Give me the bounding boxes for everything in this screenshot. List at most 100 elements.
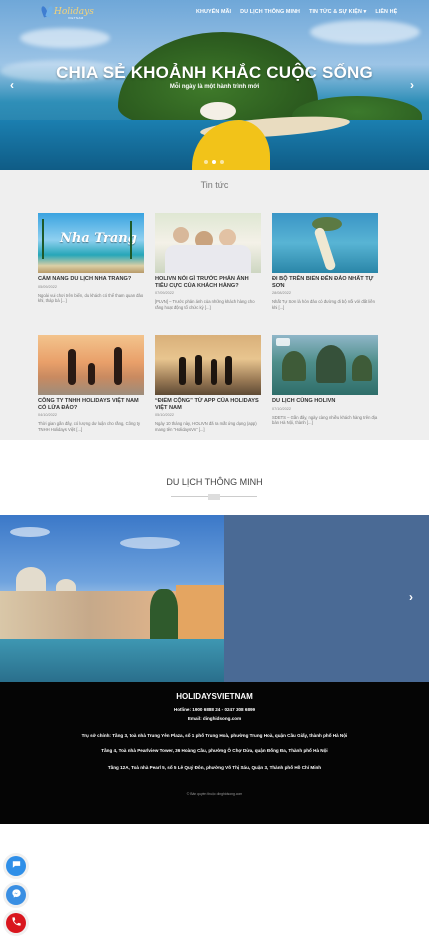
nav-item-smart-travel[interactable]: DU LỊCH THÔNG MINH bbox=[240, 9, 300, 15]
person-silhouette bbox=[211, 359, 217, 385]
top-navigation-bar: Holidays VIETNAM KHUYẾN MÃI DU LỊCH THÔN… bbox=[0, 0, 429, 26]
news-card-image[interactable] bbox=[155, 335, 261, 395]
hero-title: CHIA SẺ KHOẢNH KHẮC CUỘC SỐNG bbox=[56, 63, 373, 82]
site-logo[interactable]: Holidays VIETNAM bbox=[42, 4, 94, 20]
news-card[interactable]: Nha Trang CẨM NANG DU LỊCH NHA TRANG? 05… bbox=[38, 213, 144, 304]
karst-island-shape bbox=[316, 345, 346, 383]
news-card-date: 07/09/2022 bbox=[155, 291, 175, 296]
person-silhouette bbox=[68, 349, 76, 385]
palm-tree-icon bbox=[130, 221, 138, 259]
chat-bubble-icon bbox=[11, 857, 22, 875]
slider-dot[interactable] bbox=[204, 160, 208, 164]
cloud-decoration bbox=[20, 28, 110, 48]
smart-travel-slider[interactable]: › bbox=[0, 515, 429, 682]
venice-building-shape bbox=[176, 585, 224, 643]
slider-next-button[interactable]: › bbox=[410, 79, 414, 91]
news-card-date: 04/10/2022 bbox=[38, 413, 58, 418]
news-card-title[interactable]: CẨM NANG DU LỊCH NHA TRANG? bbox=[38, 276, 144, 283]
messenger-button[interactable] bbox=[6, 885, 26, 905]
chevron-down-icon: ▾ bbox=[361, 9, 367, 15]
footer-email[interactable]: Email: dinghidsong.com bbox=[0, 716, 429, 721]
news-card-image[interactable] bbox=[155, 213, 261, 273]
news-card[interactable]: CÔNG TY TNHH HOLIDAYS VIỆT NAM CÓ LỪA ĐẢ… bbox=[38, 335, 144, 432]
news-card-title[interactable]: CÔNG TY TNHH HOLIDAYS VIỆT NAM CÓ LỪA ĐẢ… bbox=[38, 398, 144, 411]
news-card-excerpt: Thời gian gần đây, có lượng dư luận cho … bbox=[38, 421, 141, 432]
slider-dot[interactable] bbox=[220, 160, 224, 164]
news-card-image[interactable] bbox=[272, 213, 378, 273]
nav-item-news-events[interactable]: TIN TỨC & SỰ KIỆN ▾ bbox=[309, 9, 366, 15]
news-section-title: Tin tức bbox=[200, 180, 229, 190]
church-dome-shape bbox=[16, 567, 46, 593]
chat-button[interactable] bbox=[6, 856, 26, 876]
news-card[interactable]: “ĐIỂM CỘNG” TỪ APP CỦA HOLIDAYS VIỆT NAM… bbox=[155, 335, 261, 432]
cloud-decoration bbox=[120, 537, 180, 549]
slider-dot-active[interactable] bbox=[212, 160, 216, 164]
news-card-image[interactable]: Nha Trang bbox=[38, 213, 144, 273]
hero-subtitle: Mỗi ngày là một hành trình mới bbox=[169, 84, 260, 90]
news-card-title[interactable]: ĐI BỘ TRÊN BIỂN ĐẾN ĐẢO NHẤT TỰ SƠN bbox=[272, 276, 378, 289]
news-card-title[interactable]: DU LỊCH CÙNG HOLIVN bbox=[272, 398, 378, 405]
news-card-excerpt: Ngày 10 tháng này, HOLIVN đã ra mắt ứng … bbox=[155, 421, 257, 432]
logo-badge-icon bbox=[276, 338, 290, 346]
news-card-title[interactable]: “ĐIỂM CỘNG” TỪ APP CỦA HOLIDAYS VIỆT NAM bbox=[155, 398, 261, 411]
news-card-excerpt: SDETS – Gần đây, ngày càng nhiều khách h… bbox=[272, 414, 378, 426]
hero-slider[interactable]: Holidays VIETNAM KHUYẾN MÃI DU LỊCH THÔN… bbox=[0, 0, 429, 170]
slider-prev-button[interactable]: ‹ bbox=[10, 79, 14, 91]
person-figure-icon bbox=[173, 227, 189, 243]
person-silhouette bbox=[114, 347, 122, 385]
chevron-left-icon: ‹ bbox=[10, 78, 14, 92]
smart-travel-next-button[interactable]: › bbox=[409, 591, 413, 603]
hero-woman-image bbox=[178, 98, 270, 170]
news-card-excerpt: Nhất Tự Sơn là hòn đảo có đường đi bộ nố… bbox=[272, 299, 375, 310]
nav-item-promotions[interactable]: KHUYẾN MÃI bbox=[196, 9, 231, 15]
news-card-title[interactable]: HOLIVN NÓI GÌ TRƯỚC PHẢN ÁNH TIÊU CỰC CỦ… bbox=[155, 276, 261, 289]
footer-address-3: Tầng 12A, Toà nhà Pearl 5, số 5 Lê Quý Đ… bbox=[107, 765, 322, 770]
chevron-right-icon: › bbox=[410, 78, 414, 92]
footer-address-2: Tầng 4, Toà nhà Pearlview Tower, 36 Hoàn… bbox=[101, 748, 328, 753]
messenger-icon bbox=[11, 886, 22, 904]
venice-image bbox=[0, 515, 224, 682]
phone-icon bbox=[11, 914, 22, 932]
news-card-image[interactable] bbox=[272, 335, 378, 395]
news-card-image[interactable] bbox=[38, 335, 144, 395]
site-footer: HOLIDAYSVIETNAM Hotline: 1900 6888 24 - … bbox=[0, 682, 429, 824]
nav-item-news-events-label: TIN TỨC & SỰ KIỆN bbox=[309, 9, 362, 15]
news-card-date: 05/10/2022 bbox=[155, 413, 175, 418]
news-card-date: 07/10/2022 bbox=[272, 406, 292, 411]
canal-water-shape bbox=[0, 639, 224, 682]
news-card-excerpt: [PLVN] – Trước phản ánh của những khách … bbox=[155, 299, 255, 310]
footer-address-main: Trụ sở chính: Tầng 3, toà nhà Trung Yên … bbox=[81, 733, 348, 738]
news-card-date: 05/09/2022 bbox=[38, 284, 58, 289]
sandbar-shape bbox=[313, 226, 337, 272]
chevron-right-icon: › bbox=[409, 590, 413, 604]
section-divider-marker bbox=[208, 494, 220, 500]
person-silhouette bbox=[225, 356, 232, 385]
cloud-decoration bbox=[10, 527, 50, 537]
person-silhouette bbox=[179, 357, 186, 385]
logo-mark-icon bbox=[42, 6, 52, 18]
news-card-image-label: Nha Trang bbox=[60, 231, 137, 246]
karst-island-shape bbox=[352, 355, 372, 381]
main-menu: KHUYẾN MÃI DU LỊCH THÔNG MINH TIN TỨC & … bbox=[196, 9, 397, 15]
footer-copyright: © Bản quyền thuộc dinghidsong.com bbox=[186, 792, 243, 796]
slider-dots bbox=[204, 160, 224, 164]
news-card[interactable]: HOLIVN NÓI GÌ TRƯỚC PHẢN ÁNH TIÊU CỰC CỦ… bbox=[155, 213, 261, 310]
news-section: Tin tức Nha Trang CẨM NANG DU LỊCH NHA T… bbox=[0, 170, 429, 440]
smart-travel-title: DU LỊCH THÔNG MINH bbox=[166, 477, 263, 487]
person-silhouette bbox=[88, 363, 95, 385]
palm-tree-icon bbox=[42, 219, 50, 259]
logo-subtitle: VIETNAM bbox=[68, 16, 84, 20]
karst-island-shape bbox=[282, 351, 306, 381]
person-figure-icon bbox=[219, 229, 236, 246]
news-card[interactable]: DU LỊCH CÙNG HOLIVN 07/10/2022 SDETS – G… bbox=[272, 335, 378, 426]
tree-shape bbox=[150, 589, 178, 641]
news-card-date: 28/08/2022 bbox=[272, 291, 292, 296]
person-silhouette bbox=[195, 355, 202, 385]
family-image-shape bbox=[165, 245, 251, 273]
nav-item-contact[interactable]: LIÊN HỆ bbox=[375, 9, 397, 15]
footer-brand: HOLIDAYSVIETNAM bbox=[176, 692, 253, 701]
news-card-excerpt: Ngoài vui chơi trên biển, du khách có th… bbox=[38, 292, 144, 304]
phone-button[interactable] bbox=[6, 913, 26, 933]
news-card[interactable]: ĐI BỘ TRÊN BIỂN ĐẾN ĐẢO NHẤT TỰ SƠN 28/0… bbox=[272, 213, 378, 310]
footer-hotline[interactable]: Hotline: 1900 6888 24 - 0247 308 6899 bbox=[0, 707, 429, 712]
